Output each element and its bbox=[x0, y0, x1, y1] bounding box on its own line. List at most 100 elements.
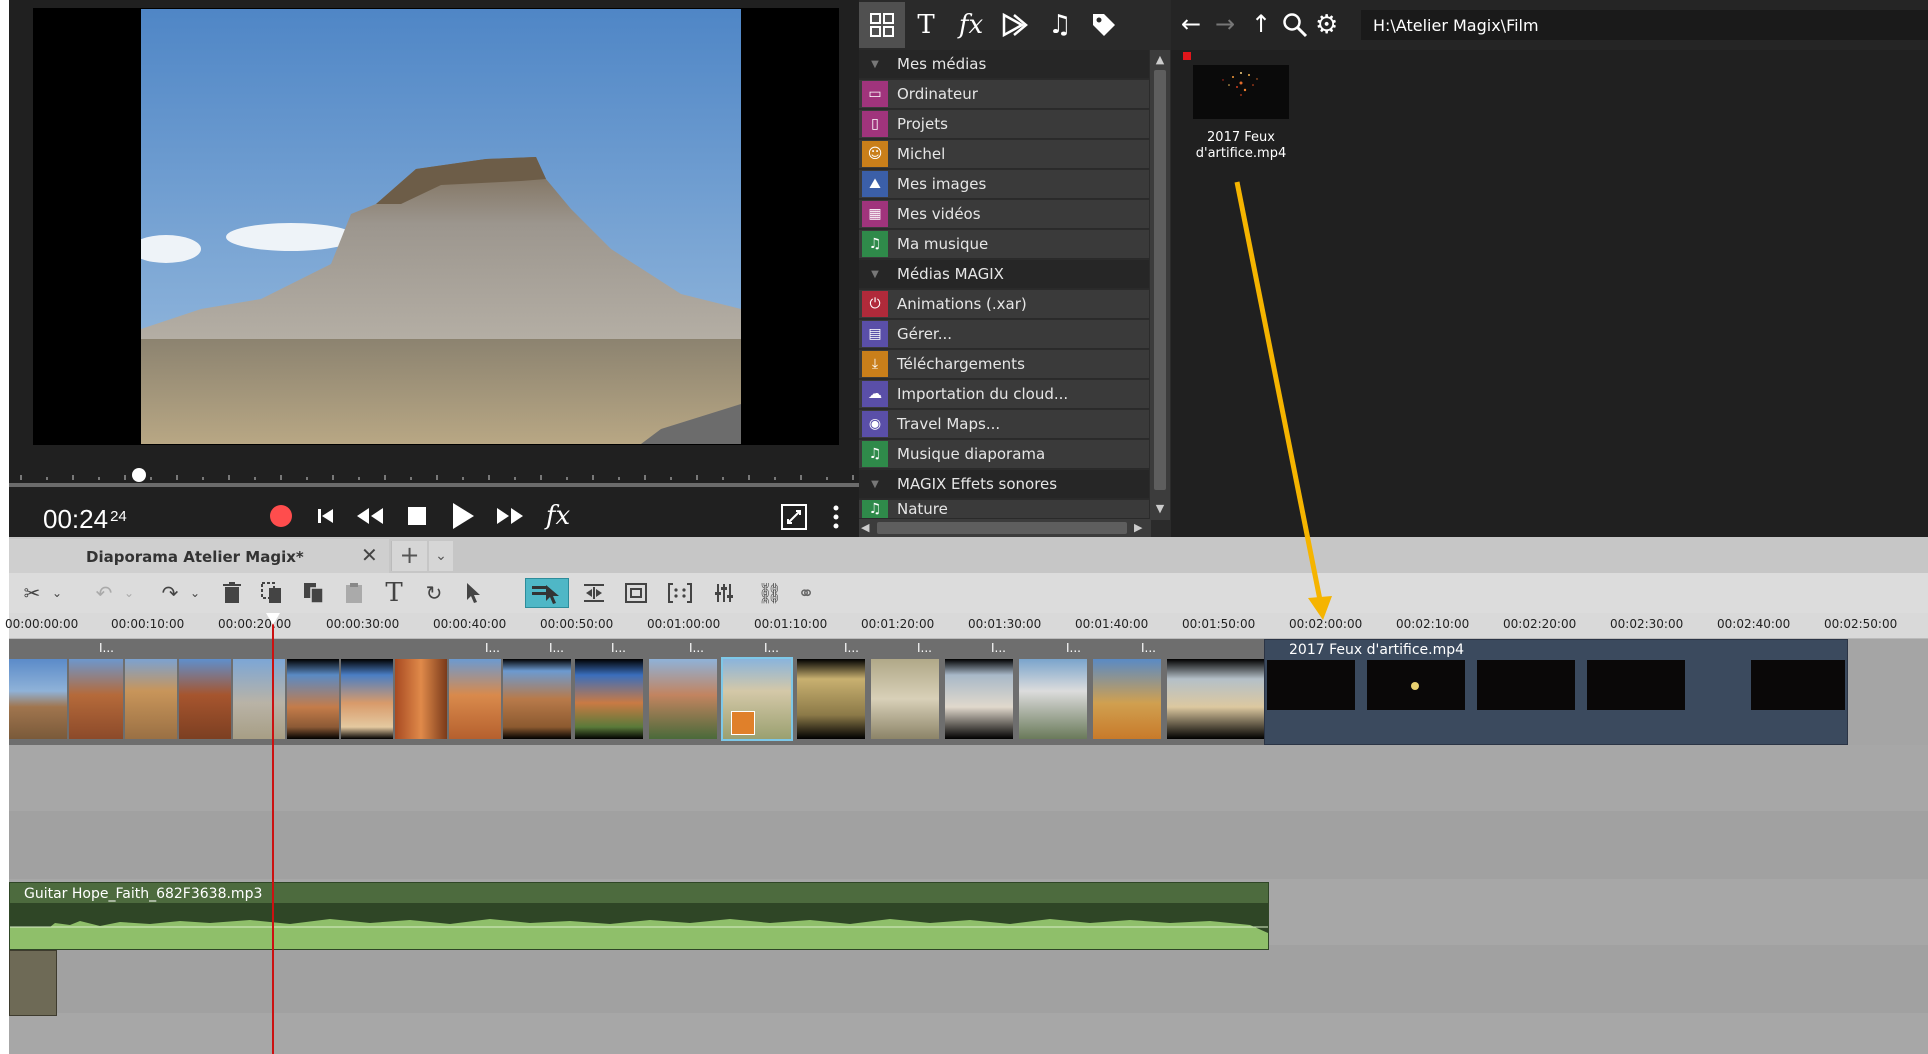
photo-clip[interactable] bbox=[871, 659, 939, 739]
back-arrow-icon[interactable]: ← bbox=[1181, 10, 1209, 40]
photo-clip[interactable] bbox=[449, 659, 501, 739]
photo-clip[interactable] bbox=[649, 659, 717, 739]
unlink-button[interactable]: ⚭ bbox=[791, 578, 821, 608]
photo-clip[interactable] bbox=[1093, 659, 1161, 739]
cut-menu-button[interactable]: ⌄ bbox=[49, 578, 65, 608]
remove-gap-button[interactable] bbox=[579, 578, 609, 608]
tree-item-michel[interactable]: ☺ Michel bbox=[859, 140, 1149, 169]
link-button[interactable]: ⛓ bbox=[755, 578, 785, 608]
photo-clip[interactable] bbox=[945, 659, 1013, 739]
audio-mixer-button[interactable] bbox=[709, 578, 739, 608]
cut-button[interactable]: ✂ bbox=[17, 578, 47, 608]
track-lane-2[interactable] bbox=[9, 745, 1928, 811]
photo-clip[interactable] bbox=[9, 659, 67, 739]
photo-clip[interactable] bbox=[395, 659, 447, 739]
rewind-button[interactable] bbox=[354, 504, 386, 528]
track-lane-3[interactable] bbox=[9, 811, 1928, 879]
file-name[interactable]: 2017 Feux d'artifice.mp4 bbox=[1183, 130, 1299, 162]
transition-marker-icon[interactable] bbox=[731, 711, 755, 735]
chevron-down-icon[interactable]: ▼ bbox=[1153, 502, 1167, 516]
undo-menu-button[interactable]: ⌄ bbox=[121, 578, 137, 608]
fx-button[interactable]: 𝑓x bbox=[542, 500, 574, 532]
more-options-button[interactable] bbox=[829, 502, 843, 532]
tab-titles[interactable]: T bbox=[909, 8, 943, 42]
photo-clip[interactable] bbox=[1019, 659, 1087, 739]
playhead[interactable] bbox=[272, 613, 274, 1054]
photo-clip[interactable] bbox=[341, 659, 393, 739]
mouse-mode-multi-active[interactable] bbox=[525, 578, 569, 608]
chevron-up-icon[interactable]: ▲ bbox=[1153, 53, 1167, 67]
redo-menu-button[interactable]: ⌄ bbox=[187, 578, 203, 608]
video-clip-fireworks[interactable]: 2017 Feux d'artifice.mp4 bbox=[1264, 639, 1848, 745]
photo-clip[interactable] bbox=[575, 659, 643, 739]
tree-header-mes-medias[interactable]: ▼ Mes médias bbox=[859, 50, 1149, 79]
tab-import[interactable] bbox=[865, 8, 899, 42]
fullscreen-button[interactable] bbox=[779, 502, 809, 532]
photo-clip[interactable] bbox=[125, 659, 177, 739]
project-tab[interactable]: Diaporama Atelier Magix* bbox=[9, 539, 389, 573]
record-button[interactable] bbox=[269, 504, 293, 528]
photo-clip-selected[interactable] bbox=[721, 657, 793, 741]
small-audio-clip[interactable] bbox=[9, 950, 57, 1016]
chevron-right-icon[interactable]: ▶ bbox=[1134, 521, 1148, 535]
photo-clip[interactable] bbox=[233, 659, 285, 739]
tab-effects[interactable]: fx bbox=[954, 8, 988, 42]
tree-item-mes-images[interactable]: ⛰ Mes images bbox=[859, 170, 1149, 199]
tree-horizontal-scrollbar[interactable]: ◀ ▶ bbox=[859, 519, 1151, 537]
copy-button[interactable] bbox=[257, 578, 287, 608]
tree-item-ma-musique[interactable]: ♫ Ma musique bbox=[859, 230, 1149, 259]
tree-item-musique-diaporama[interactable]: ♫ Musique diaporama bbox=[859, 440, 1149, 469]
add-tab-button[interactable]: + bbox=[391, 541, 427, 571]
tree-header-medias-magix[interactable]: ▼ Médias MAGIX bbox=[859, 260, 1149, 289]
forward-arrow-icon[interactable]: → bbox=[1215, 10, 1243, 40]
photo-clip[interactable] bbox=[69, 659, 123, 739]
scroll-thumb[interactable] bbox=[1154, 70, 1166, 490]
up-arrow-icon[interactable]: ↑ bbox=[1251, 10, 1275, 40]
redo-button[interactable]: ↷ bbox=[155, 578, 185, 608]
scroll-thumb-horizontal[interactable] bbox=[877, 522, 1127, 534]
marker-button[interactable] bbox=[665, 578, 695, 608]
search-icon[interactable] bbox=[1282, 12, 1310, 40]
insert-title-button[interactable]: T bbox=[379, 578, 409, 608]
tab-transitions[interactable] bbox=[997, 8, 1031, 42]
chevron-left-icon[interactable]: ◀ bbox=[861, 521, 875, 535]
paste-insert-button[interactable] bbox=[339, 578, 369, 608]
close-tab-icon[interactable]: ✕ bbox=[361, 543, 383, 567]
photo-clip[interactable] bbox=[287, 659, 339, 739]
delete-button[interactable] bbox=[217, 578, 247, 608]
file-thumbnail[interactable] bbox=[1193, 65, 1289, 119]
audio-clip[interactable]: Guitar Hope_Faith_682F3638.mp3 bbox=[9, 882, 1269, 950]
photo-clip[interactable] bbox=[797, 659, 865, 739]
rotate-button[interactable]: ↻ bbox=[419, 578, 449, 608]
tree-item-nature[interactable]: ♫ Nature bbox=[859, 500, 1149, 519]
tree-item-telechargements[interactable]: ⤓ Téléchargements bbox=[859, 350, 1149, 379]
tree-item-importation-cloud[interactable]: ☁ Importation du cloud... bbox=[859, 380, 1149, 409]
track-lane-5[interactable] bbox=[9, 945, 1928, 1013]
tree-item-travel-maps[interactable]: ◉ Travel Maps... bbox=[859, 410, 1149, 439]
paste-button[interactable] bbox=[299, 578, 329, 608]
tab-audio[interactable]: ♫ bbox=[1043, 8, 1077, 42]
stop-button[interactable] bbox=[405, 504, 429, 528]
tree-vertical-scrollbar[interactable]: ▲ ▼ bbox=[1150, 50, 1170, 520]
track-lane-6[interactable] bbox=[9, 1013, 1928, 1054]
photo-clip[interactable] bbox=[179, 659, 231, 739]
tab-templates[interactable] bbox=[1087, 8, 1121, 42]
photo-clip[interactable] bbox=[1167, 659, 1264, 739]
tree-header-magix-effets[interactable]: ▼ MAGIX Effets sonores bbox=[859, 470, 1149, 499]
preview-scrubber[interactable] bbox=[9, 460, 859, 490]
skip-back-button[interactable] bbox=[314, 504, 338, 528]
tree-item-gerer[interactable]: ▤ Gérer... bbox=[859, 320, 1149, 349]
fast-forward-button[interactable] bbox=[494, 504, 526, 528]
tree-item-mes-videos[interactable]: ▦ Mes vidéos bbox=[859, 200, 1149, 229]
tree-item-animations[interactable]: ⏻ Animations (.xar) bbox=[859, 290, 1149, 319]
path-field[interactable]: H:\Atelier Magix\Film bbox=[1361, 10, 1928, 40]
mouse-mode-button[interactable] bbox=[459, 578, 489, 608]
tab-menu-button[interactable]: ⌄ bbox=[429, 541, 453, 571]
play-button[interactable] bbox=[449, 501, 477, 531]
photo-clip[interactable] bbox=[503, 659, 571, 739]
tree-item-ordinateur[interactable]: ▭ Ordinateur bbox=[859, 80, 1149, 109]
timeline-ruler[interactable]: 00:00:00:00 00:00:10:00 00:00:20:00 00:0… bbox=[5, 613, 1928, 639]
gear-icon[interactable]: ⚙ bbox=[1315, 10, 1345, 40]
tree-item-projets[interactable]: ▯ Projets bbox=[859, 110, 1149, 139]
group-button[interactable] bbox=[621, 578, 651, 608]
